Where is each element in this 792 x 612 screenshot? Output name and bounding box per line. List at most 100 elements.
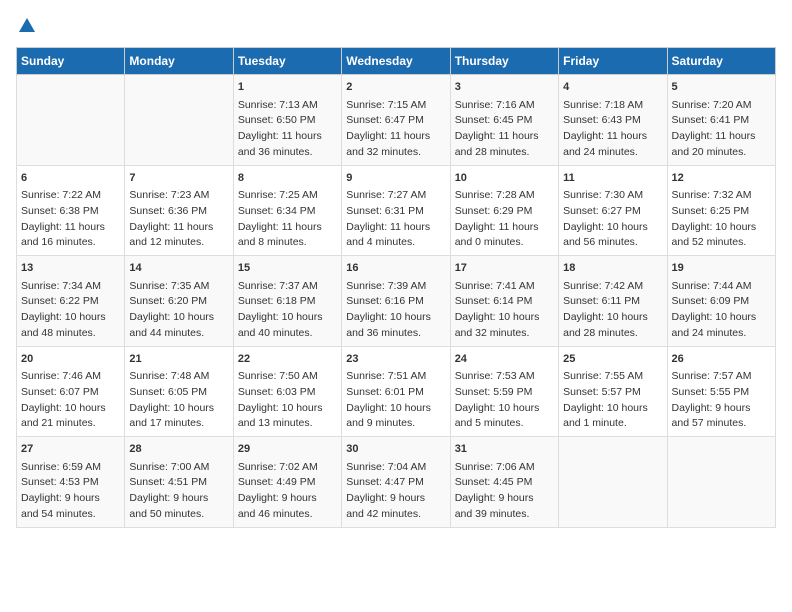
calendar-cell: 19 Sunrise: 7:44 AM Sunset: 6:09 PM Dayli… xyxy=(667,256,775,347)
day-number: 14 xyxy=(129,260,228,277)
day-content: Sunrise: 7:48 AM Sunset: 6:05 PM Dayligh… xyxy=(129,369,228,432)
calendar-cell: 12Sunrise: 7:32 AM Sunset: 6:25 PM Dayli… xyxy=(667,165,775,256)
day-number: 9 xyxy=(346,170,445,187)
day-content: Sunrise: 6:59 AM Sunset: 4:53 PM Dayligh… xyxy=(21,460,120,523)
day-content: Sunrise: 7:44 AM Sunset: 6:09 PM Dayligh… xyxy=(672,279,771,342)
day-number: 15 xyxy=(238,260,337,277)
day-content: Sunrise: 7:37 AM Sunset: 6:18 PM Dayligh… xyxy=(238,279,337,342)
calendar-cell: 29 Sunrise: 7:02 AM Sunset: 4:49 PM Dayli… xyxy=(233,437,341,528)
calendar-cell: 23Sunrise: 7:51 AM Sunset: 6:01 PM Dayli… xyxy=(342,346,450,437)
calendar-cell: 2Sunrise: 7:15 AM Sunset: 6:47 PM Daylig… xyxy=(342,75,450,166)
calendar-cell: 4 Sunrise: 7:18 AM Sunset: 6:43 PM Daylig… xyxy=(559,75,667,166)
calendar-week-1: 1 Sunrise: 7:13 AM Sunset: 6:50 PM Daylig… xyxy=(17,75,776,166)
calendar-cell: 26Sunrise: 7:57 AM Sunset: 5:55 PM Dayli… xyxy=(667,346,775,437)
day-content: Sunrise: 7:04 AM Sunset: 4:47 PM Dayligh… xyxy=(346,460,445,523)
day-number: 7 xyxy=(129,170,228,187)
day-header-thursday: Thursday xyxy=(450,48,558,75)
calendar-cell: 16Sunrise: 7:39 AM Sunset: 6:16 PM Dayli… xyxy=(342,256,450,347)
day-content: Sunrise: 7:41 AM Sunset: 6:14 PM Dayligh… xyxy=(455,279,554,342)
calendar-cell: 28 Sunrise: 7:00 AM Sunset: 4:51 PM Dayli… xyxy=(125,437,233,528)
day-content: Sunrise: 7:06 AM Sunset: 4:45 PM Dayligh… xyxy=(455,460,554,523)
day-number: 11 xyxy=(563,170,662,187)
day-number: 21 xyxy=(129,351,228,368)
day-content: Sunrise: 7:18 AM Sunset: 6:43 PM Dayligh… xyxy=(563,98,662,161)
day-header-saturday: Saturday xyxy=(667,48,775,75)
day-number: 6 xyxy=(21,170,120,187)
calendar-week-3: 13 Sunrise: 7:34 AM Sunset: 6:22 PM Dayli… xyxy=(17,256,776,347)
day-content: Sunrise: 7:28 AM Sunset: 6:29 PM Dayligh… xyxy=(455,188,554,251)
day-content: Sunrise: 7:00 AM Sunset: 4:51 PM Dayligh… xyxy=(129,460,228,523)
day-number: 5 xyxy=(672,79,771,96)
day-content: Sunrise: 7:57 AM Sunset: 5:55 PM Dayligh… xyxy=(672,369,771,432)
day-content: Sunrise: 7:55 AM Sunset: 5:57 PM Dayligh… xyxy=(563,369,662,432)
day-number: 13 xyxy=(21,260,120,277)
calendar-cell: 8Sunrise: 7:25 AM Sunset: 6:34 PM Daylig… xyxy=(233,165,341,256)
day-number: 26 xyxy=(672,351,771,368)
day-number: 24 xyxy=(455,351,554,368)
day-content: Sunrise: 7:02 AM Sunset: 4:49 PM Dayligh… xyxy=(238,460,337,523)
day-number: 31 xyxy=(455,441,554,458)
day-number: 4 xyxy=(563,79,662,96)
calendar-cell: 17 Sunrise: 7:41 AM Sunset: 6:14 PM Dayli… xyxy=(450,256,558,347)
day-content: Sunrise: 7:13 AM Sunset: 6:50 PM Dayligh… xyxy=(238,98,337,161)
day-number: 30 xyxy=(346,441,445,458)
calendar-week-4: 20Sunrise: 7:46 AM Sunset: 6:07 PM Dayli… xyxy=(17,346,776,437)
day-content: Sunrise: 7:42 AM Sunset: 6:11 PM Dayligh… xyxy=(563,279,662,342)
logo-triangle-icon xyxy=(18,16,36,34)
day-content: Sunrise: 7:46 AM Sunset: 6:07 PM Dayligh… xyxy=(21,369,120,432)
day-content: Sunrise: 7:39 AM Sunset: 6:16 PM Dayligh… xyxy=(346,279,445,342)
calendar-table: SundayMondayTuesdayWednesdayThursdayFrid… xyxy=(16,47,776,528)
day-number: 8 xyxy=(238,170,337,187)
day-number: 29 xyxy=(238,441,337,458)
day-content: Sunrise: 7:35 AM Sunset: 6:20 PM Dayligh… xyxy=(129,279,228,342)
calendar-cell: 24Sunrise: 7:53 AM Sunset: 5:59 PM Dayli… xyxy=(450,346,558,437)
calendar-cell: 14 Sunrise: 7:35 AM Sunset: 6:20 PM Dayli… xyxy=(125,256,233,347)
day-number: 19 xyxy=(672,260,771,277)
day-number: 2 xyxy=(346,79,445,96)
calendar-cell: 7Sunrise: 7:23 AM Sunset: 6:36 PM Daylig… xyxy=(125,165,233,256)
day-number: 18 xyxy=(563,260,662,277)
calendar-header: SundayMondayTuesdayWednesdayThursdayFrid… xyxy=(17,48,776,75)
day-number: 20 xyxy=(21,351,120,368)
day-content: Sunrise: 7:22 AM Sunset: 6:38 PM Dayligh… xyxy=(21,188,120,251)
calendar-cell: 1 Sunrise: 7:13 AM Sunset: 6:50 PM Daylig… xyxy=(233,75,341,166)
calendar-cell: 11Sunrise: 7:30 AM Sunset: 6:27 PM Dayli… xyxy=(559,165,667,256)
day-number: 25 xyxy=(563,351,662,368)
day-number: 23 xyxy=(346,351,445,368)
calendar-cell: 21Sunrise: 7:48 AM Sunset: 6:05 PM Dayli… xyxy=(125,346,233,437)
calendar-body: 1 Sunrise: 7:13 AM Sunset: 6:50 PM Daylig… xyxy=(17,75,776,528)
day-number: 28 xyxy=(129,441,228,458)
logo xyxy=(16,16,36,39)
day-number: 3 xyxy=(455,79,554,96)
day-header-monday: Monday xyxy=(125,48,233,75)
day-content: Sunrise: 7:32 AM Sunset: 6:25 PM Dayligh… xyxy=(672,188,771,251)
day-content: Sunrise: 7:20 AM Sunset: 6:41 PM Dayligh… xyxy=(672,98,771,161)
calendar-cell: 20Sunrise: 7:46 AM Sunset: 6:07 PM Dayli… xyxy=(17,346,125,437)
day-number: 12 xyxy=(672,170,771,187)
day-number: 17 xyxy=(455,260,554,277)
day-number: 1 xyxy=(238,79,337,96)
calendar-cell: 15 Sunrise: 7:37 AM Sunset: 6:18 PM Dayli… xyxy=(233,256,341,347)
day-content: Sunrise: 7:23 AM Sunset: 6:36 PM Dayligh… xyxy=(129,188,228,251)
calendar-cell: 3 Sunrise: 7:16 AM Sunset: 6:45 PM Daylig… xyxy=(450,75,558,166)
day-header-sunday: Sunday xyxy=(17,48,125,75)
calendar-cell: 5 Sunrise: 7:20 AM Sunset: 6:41 PM Daylig… xyxy=(667,75,775,166)
day-header-tuesday: Tuesday xyxy=(233,48,341,75)
day-content: Sunrise: 7:34 AM Sunset: 6:22 PM Dayligh… xyxy=(21,279,120,342)
calendar-cell: 18 Sunrise: 7:42 AM Sunset: 6:11 PM Dayli… xyxy=(559,256,667,347)
calendar-cell xyxy=(559,437,667,528)
day-content: Sunrise: 7:27 AM Sunset: 6:31 PM Dayligh… xyxy=(346,188,445,251)
day-content: Sunrise: 7:51 AM Sunset: 6:01 PM Dayligh… xyxy=(346,369,445,432)
day-content: Sunrise: 7:50 AM Sunset: 6:03 PM Dayligh… xyxy=(238,369,337,432)
day-content: Sunrise: 7:16 AM Sunset: 6:45 PM Dayligh… xyxy=(455,98,554,161)
calendar-week-2: 6Sunrise: 7:22 AM Sunset: 6:38 PM Daylig… xyxy=(17,165,776,256)
day-content: Sunrise: 7:53 AM Sunset: 5:59 PM Dayligh… xyxy=(455,369,554,432)
page-header xyxy=(16,16,776,39)
calendar-cell: 22Sunrise: 7:50 AM Sunset: 6:03 PM Dayli… xyxy=(233,346,341,437)
calendar-cell xyxy=(125,75,233,166)
calendar-cell: 27Sunrise: 6:59 AM Sunset: 4:53 PM Dayli… xyxy=(17,437,125,528)
day-number: 22 xyxy=(238,351,337,368)
calendar-cell: 9Sunrise: 7:27 AM Sunset: 6:31 PM Daylig… xyxy=(342,165,450,256)
calendar-week-5: 27Sunrise: 6:59 AM Sunset: 4:53 PM Dayli… xyxy=(17,437,776,528)
calendar-cell: 6Sunrise: 7:22 AM Sunset: 6:38 PM Daylig… xyxy=(17,165,125,256)
